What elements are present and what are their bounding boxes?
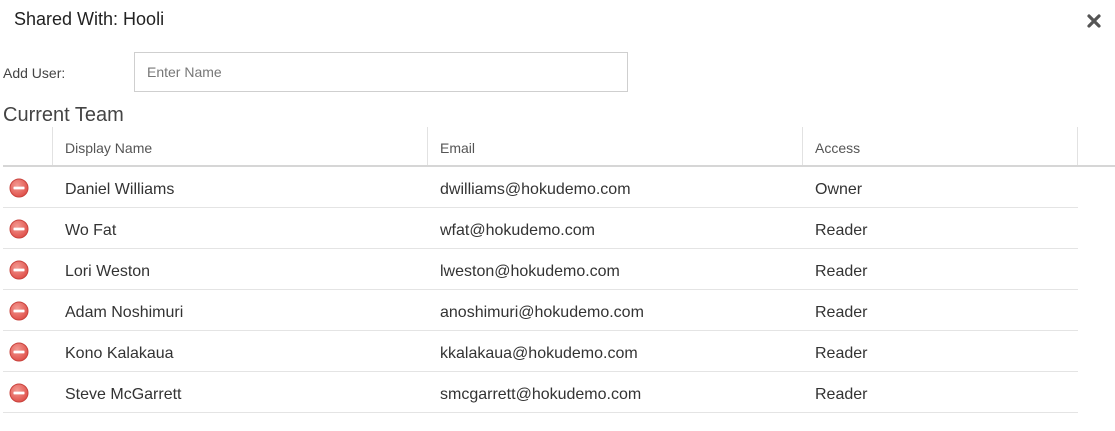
table-row: Lori Weston lweston@hokudemo.com Reader — [3, 249, 1078, 290]
remove-user-icon[interactable] — [9, 342, 29, 362]
display-name-cell: Daniel Williams — [65, 181, 175, 198]
remove-user-icon[interactable] — [9, 301, 29, 321]
column-header-display-name[interactable]: Display Name — [65, 127, 152, 165]
table-body: Daniel Williams dwilliams@hokudemo.com Own… — [3, 167, 1115, 413]
remove-user-icon[interactable] — [9, 260, 29, 280]
access-cell: Reader — [815, 386, 868, 403]
display-name-cell: Adam Noshimuri — [65, 304, 184, 321]
email-cell: kkalakaua@hokudemo.com — [440, 345, 638, 362]
table-row: Kono Kalakaua kkalakaua@hokudemo.com Reade… — [3, 331, 1078, 372]
access-cell: Reader — [815, 345, 868, 362]
display-name-cell: Lori Weston — [65, 263, 151, 280]
close-icon[interactable] — [1085, 12, 1103, 30]
table-row: Daniel Williams dwilliams@hokudemo.com Own… — [3, 167, 1078, 208]
remove-user-icon[interactable] — [9, 219, 29, 239]
remove-user-icon[interactable] — [9, 178, 29, 198]
column-header-email[interactable]: Email — [440, 127, 475, 165]
email-cell: dwilliams@hokudemo.com — [440, 181, 631, 198]
access-cell: Reader — [815, 263, 868, 280]
add-user-input[interactable] — [134, 52, 628, 92]
current-team-title: Current Team — [3, 104, 124, 126]
email-cell: lweston@hokudemo.com — [440, 263, 620, 280]
access-cell: Owner — [815, 181, 863, 198]
access-cell: Reader — [815, 222, 868, 239]
team-table: Display Name Email Access Daniel William… — [3, 127, 1115, 413]
table-row: Adam Noshimuri anoshimuri@hokudemo.com Rea… — [3, 290, 1078, 331]
email-cell: wfat@hokudemo.com — [440, 222, 595, 239]
email-cell: anoshimuri@hokudemo.com — [440, 304, 644, 321]
add-user-label: Add User: — [3, 65, 66, 81]
display-name-cell: Kono Kalakaua — [65, 345, 174, 362]
display-name-cell: Steve McGarrett — [65, 386, 182, 403]
access-cell: Reader — [815, 304, 868, 321]
table-row: Wo Fat wfat@hokudemo.com Reader — [3, 208, 1078, 249]
table-header: Display Name Email Access — [3, 127, 1115, 167]
remove-user-icon[interactable] — [9, 383, 29, 403]
display-name-cell: Wo Fat — [65, 222, 117, 239]
table-row: Steve McGarrett smcgarrett@hokudemo.com Re… — [3, 372, 1078, 413]
dialog-title: Shared With: Hooli — [14, 9, 165, 29]
column-header-access[interactable]: Access — [815, 127, 860, 165]
email-cell: smcgarrett@hokudemo.com — [440, 386, 642, 403]
